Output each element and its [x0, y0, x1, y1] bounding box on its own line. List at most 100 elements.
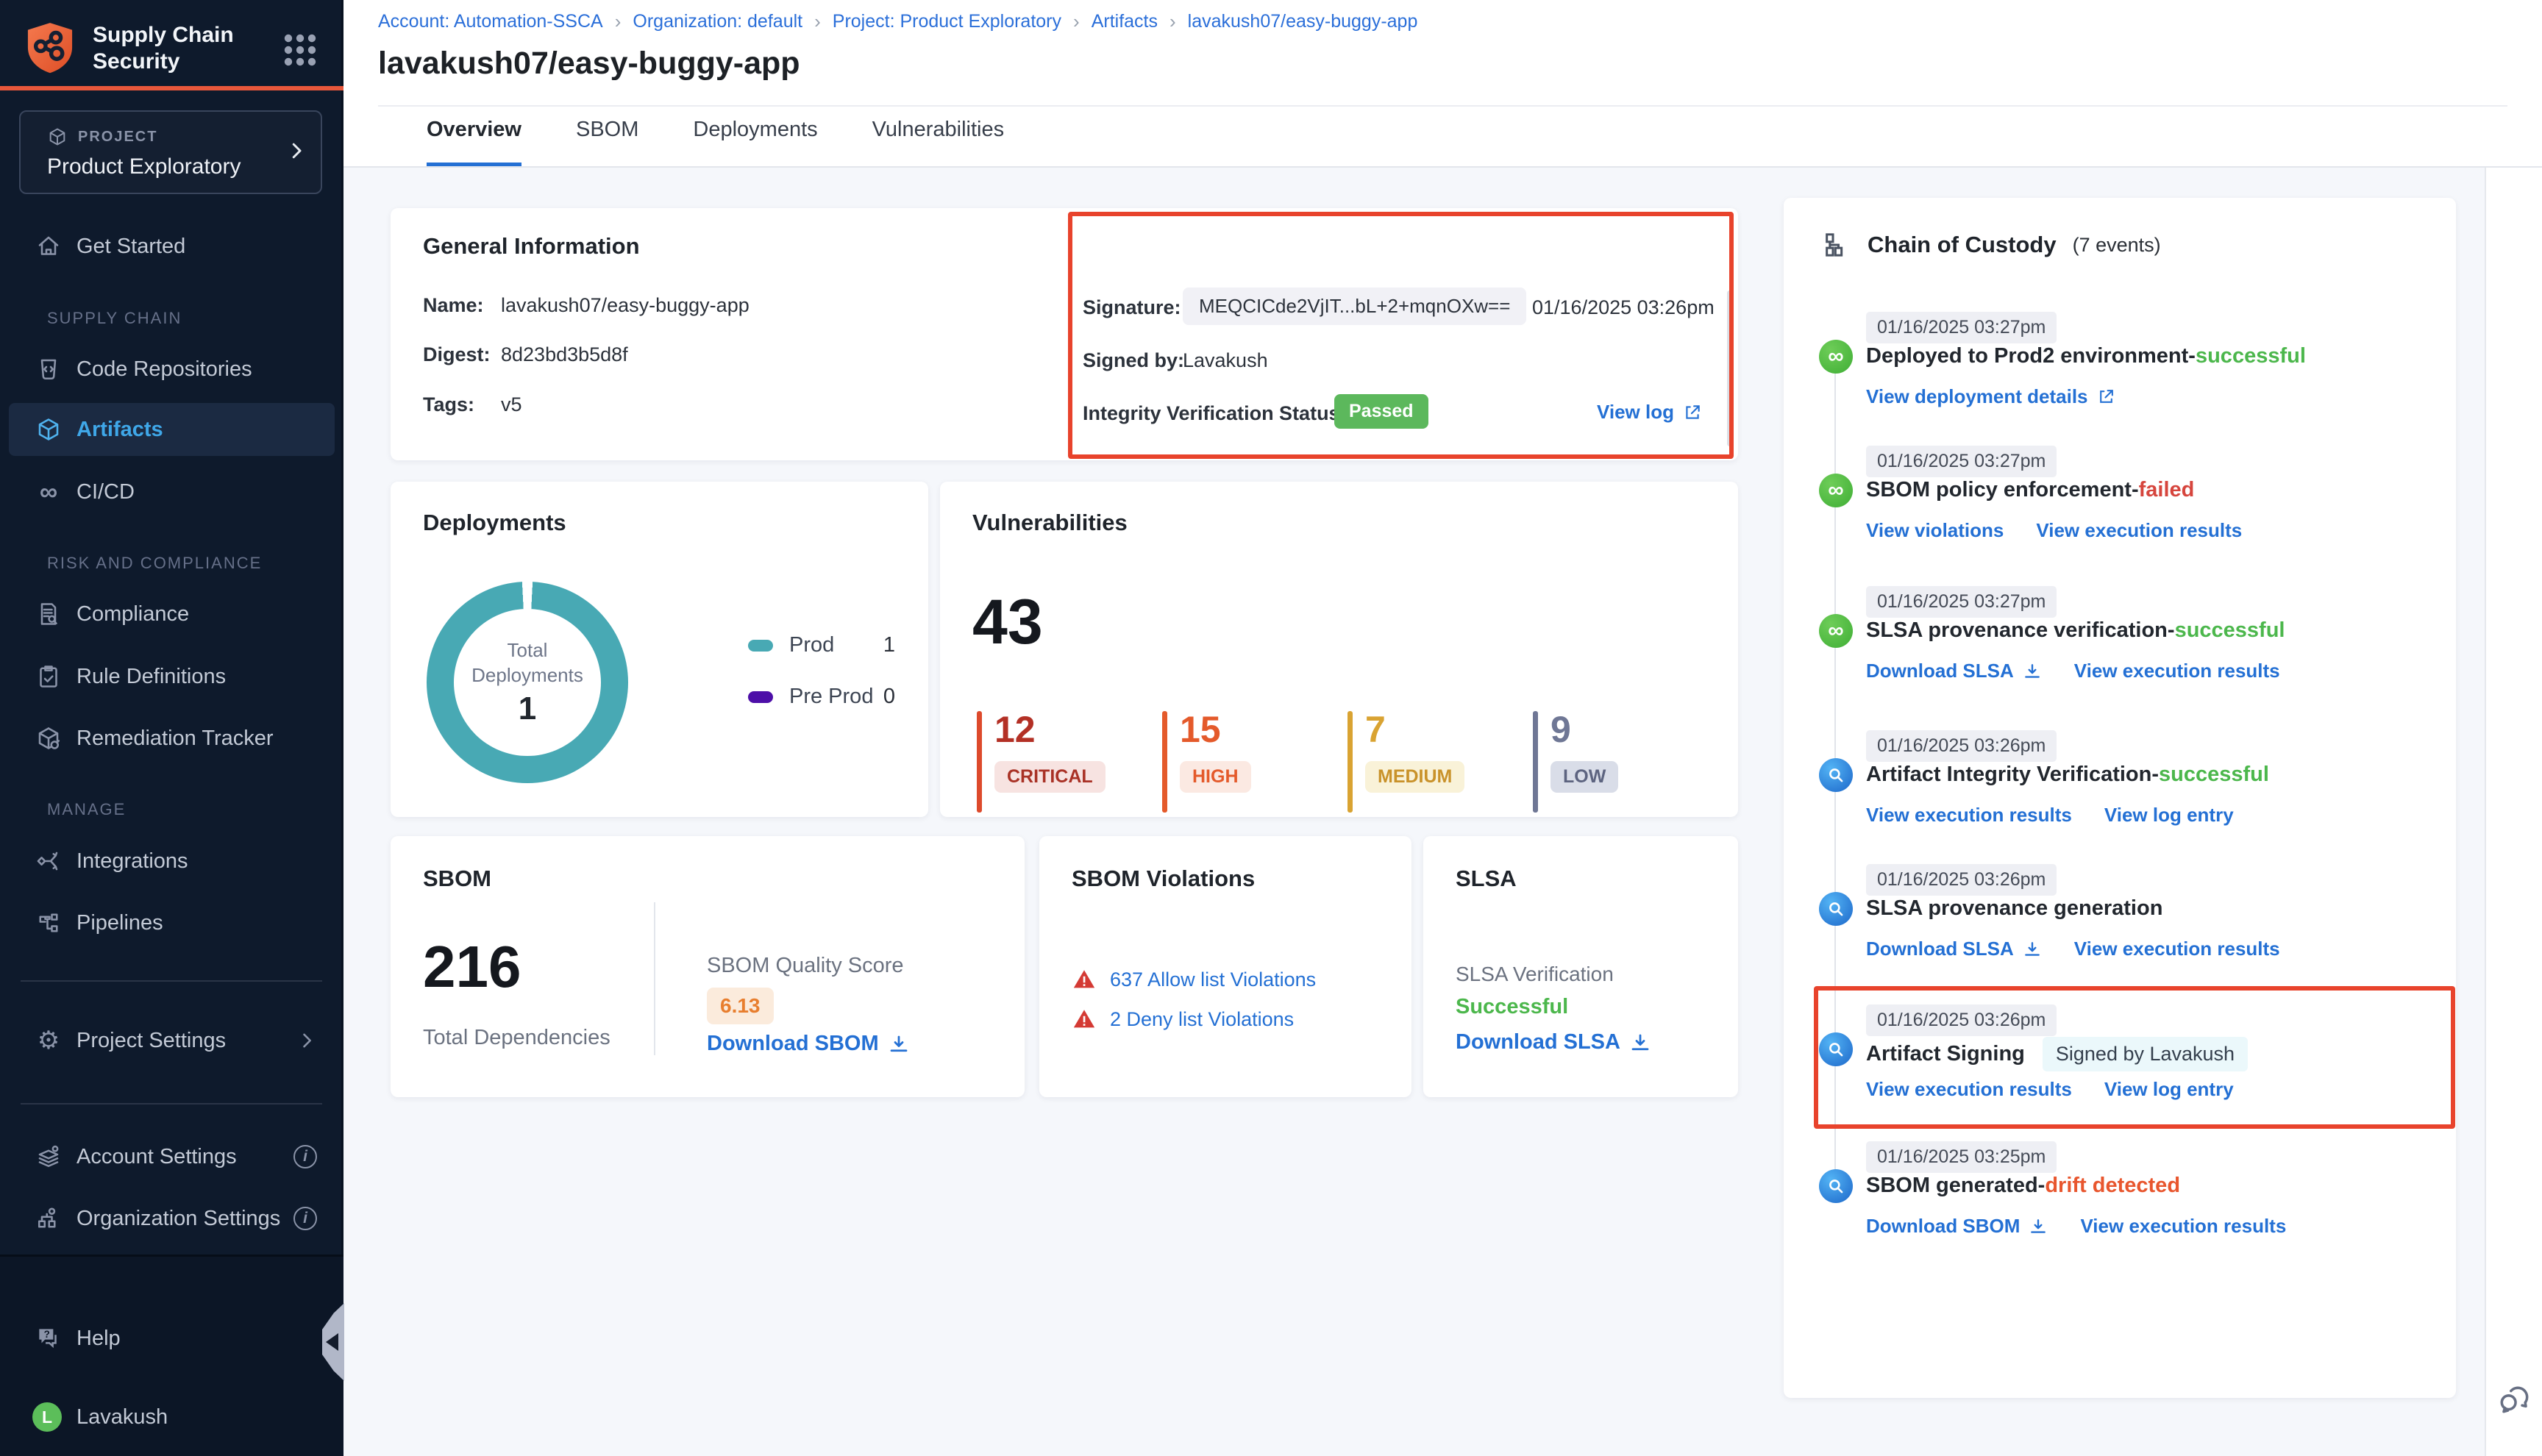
- svg-text:?: ?: [44, 1329, 50, 1340]
- view-execution-results-link[interactable]: View execution results: [1866, 804, 2072, 827]
- download-sbom-link[interactable]: Download SBOM: [707, 1032, 910, 1056]
- sidebar-item-get-started[interactable]: Get Started: [0, 220, 343, 273]
- event-title: SBOM policy enforcement: [1866, 478, 2132, 502]
- event-status: successful: [2175, 618, 2285, 643]
- external-link-icon: [1683, 403, 1702, 422]
- severity-low: 9 LOW: [1533, 708, 1618, 793]
- allow-list-violations-link[interactable]: 637 Allow list Violations: [1110, 968, 1316, 991]
- event-status: failed: [2139, 478, 2195, 502]
- sidebar-item-compliance[interactable]: Compliance: [0, 588, 343, 640]
- slsa-card: SLSA SLSA Verification Successful Downlo…: [1423, 836, 1738, 1097]
- deny-list-violations-row: 2 Deny list Violations: [1072, 1007, 1294, 1032]
- digest-value: 8d23bd3b5d8f: [501, 343, 628, 366]
- sidebar-section-manage: MANAGE: [47, 800, 126, 819]
- sidebar-item-cicd[interactable]: ∞ CI/CD: [0, 465, 343, 518]
- tab-overview[interactable]: Overview: [427, 118, 521, 168]
- card-title: SBOM: [423, 866, 491, 892]
- chain-of-custody-icon: [1822, 230, 1851, 260]
- deployments-card: Deployments TotalDeployments 1 Prod 1 Pr…: [391, 482, 928, 817]
- clipboard-check-icon: [34, 662, 63, 691]
- tab-deployments[interactable]: Deployments: [693, 118, 817, 168]
- tags-label: Tags:: [423, 393, 474, 416]
- donut-center-label: TotalDeployments: [471, 638, 583, 688]
- external-link-icon: [2097, 388, 2115, 406]
- download-slsa-link[interactable]: Download SLSA: [1866, 660, 2042, 682]
- breadcrumb-project[interactable]: Project: Product Exploratory: [833, 11, 1061, 32]
- card-scrollbar[interactable]: [1727, 290, 1732, 446]
- digest-label: Digest:: [423, 343, 491, 366]
- download-slsa-link[interactable]: Download SLSA: [1866, 938, 2042, 960]
- legend-item-prod: Prod 1: [748, 633, 895, 657]
- download-icon: [1629, 1032, 1651, 1054]
- warning-triangle-icon: [1072, 1007, 1097, 1032]
- event-timestamp: 01/16/2025 03:27pm: [1866, 446, 2057, 477]
- project-cube-icon: [47, 126, 68, 147]
- remediation-box-icon: [34, 724, 63, 753]
- sidebar-item-project-settings[interactable]: ⚙ Project Settings: [0, 1014, 343, 1067]
- chain-of-custody-card: Chain of Custody (7 events) 01/16/2025 0…: [1784, 198, 2456, 1398]
- view-execution-results-link[interactable]: View execution results: [2080, 1215, 2286, 1238]
- severity-badge: CRITICAL: [994, 761, 1106, 793]
- view-execution-results-link[interactable]: View execution results: [2074, 660, 2280, 682]
- sidebar-divider: [21, 980, 322, 982]
- view-execution-results-link[interactable]: View execution results: [1866, 1078, 2072, 1101]
- view-violations-link[interactable]: View violations: [1866, 519, 2004, 542]
- sidebar-item-code-repositories[interactable]: Code Repositories: [0, 343, 343, 396]
- scan-event-icon: [1819, 758, 1853, 792]
- sidebar-item-rule-definitions[interactable]: Rule Definitions: [0, 650, 343, 703]
- download-slsa-link[interactable]: Download SLSA: [1456, 1030, 1651, 1054]
- event-title: SBOM generated: [1866, 1174, 2038, 1198]
- tab-vulnerabilities[interactable]: Vulnerabilities: [872, 118, 1004, 168]
- breadcrumb-account[interactable]: Account: Automation-SSCA: [378, 11, 603, 32]
- legend-item-preprod: Pre Prod 0: [748, 685, 895, 709]
- project-selector-value: Product Exploratory: [47, 154, 241, 179]
- view-deployment-details-link[interactable]: View deployment details: [1866, 385, 2115, 408]
- page-title: lavakush07/easy-buggy-app: [378, 46, 800, 82]
- infinity-icon: ∞: [34, 477, 63, 507]
- sidebar-item-organization-settings[interactable]: Organization Settings i: [0, 1192, 343, 1245]
- page-header: Account: Automation-SSCA › Organization:…: [343, 0, 2542, 168]
- severity-bar: [1533, 711, 1538, 813]
- sidebar-section-supply-chain: SUPPLY CHAIN: [47, 309, 182, 328]
- prod-legend-marker: [748, 640, 773, 652]
- view-log-entry-link[interactable]: View log entry: [2104, 804, 2234, 827]
- module-grid-menu-icon[interactable]: [281, 31, 319, 69]
- download-sbom-link[interactable]: Download SBOM: [1866, 1215, 2048, 1238]
- artifacts-cube-icon: [34, 415, 63, 444]
- breadcrumb-artifacts[interactable]: Artifacts: [1092, 11, 1158, 32]
- project-selector[interactable]: PROJECT Product Exploratory: [19, 110, 322, 194]
- name-value: lavakush07/easy-buggy-app: [501, 294, 750, 317]
- preprod-legend-marker: [748, 691, 773, 703]
- card-title: Vulnerabilities: [972, 510, 1128, 536]
- vulnerabilities-total: 43: [972, 586, 1043, 659]
- chevron-right-icon: [296, 1030, 317, 1051]
- view-execution-results-link[interactable]: View execution results: [2036, 519, 2242, 542]
- event-title: Deployed to Prod2 environment: [1866, 344, 2188, 368]
- sidebar-user-menu[interactable]: L Lavakush: [0, 1391, 343, 1443]
- signature-value[interactable]: MEQCICde2VjIT...bL+2+mqnOXw==: [1183, 288, 1526, 325]
- breadcrumb-artifact-name[interactable]: lavakush07/easy-buggy-app: [1188, 11, 1418, 32]
- download-icon: [2023, 940, 2042, 959]
- sidebar-item-artifacts[interactable]: Artifacts: [9, 403, 335, 456]
- breadcrumb-organization[interactable]: Organization: default: [633, 11, 802, 32]
- sidebar-item-pipelines[interactable]: Pipelines: [0, 896, 343, 949]
- sidebar-item-account-settings[interactable]: Account Settings i: [0, 1130, 343, 1183]
- deny-list-violations-link[interactable]: 2 Deny list Violations: [1110, 1008, 1294, 1031]
- card-title: General Information: [423, 233, 640, 260]
- view-log-entry-link[interactable]: View log entry: [2104, 1078, 2234, 1101]
- sidebar-item-help[interactable]: ? Help: [0, 1312, 343, 1365]
- view-log-link[interactable]: View log: [1597, 401, 1702, 424]
- card-title: SBOM Violations: [1072, 866, 1255, 892]
- sidebar-item-remediation-tracker[interactable]: Remediation Tracker: [0, 712, 343, 765]
- chevron-right-icon: [285, 140, 307, 162]
- event-timestamp: 01/16/2025 03:27pm: [1866, 312, 2057, 343]
- sidebar-item-integrations[interactable]: Integrations: [0, 835, 343, 888]
- severity-high: 15 HIGH: [1162, 708, 1251, 793]
- event-timestamp: 01/16/2025 03:25pm: [1866, 1141, 2057, 1173]
- tab-sbom[interactable]: SBOM: [576, 118, 638, 168]
- info-icon[interactable]: i: [293, 1207, 317, 1230]
- info-icon[interactable]: i: [293, 1145, 317, 1168]
- view-execution-results-link[interactable]: View execution results: [2074, 938, 2280, 960]
- integrity-status-label: Integrity Verification Status:: [1083, 402, 1347, 425]
- support-chat-icon[interactable]: [2496, 1381, 2533, 1418]
